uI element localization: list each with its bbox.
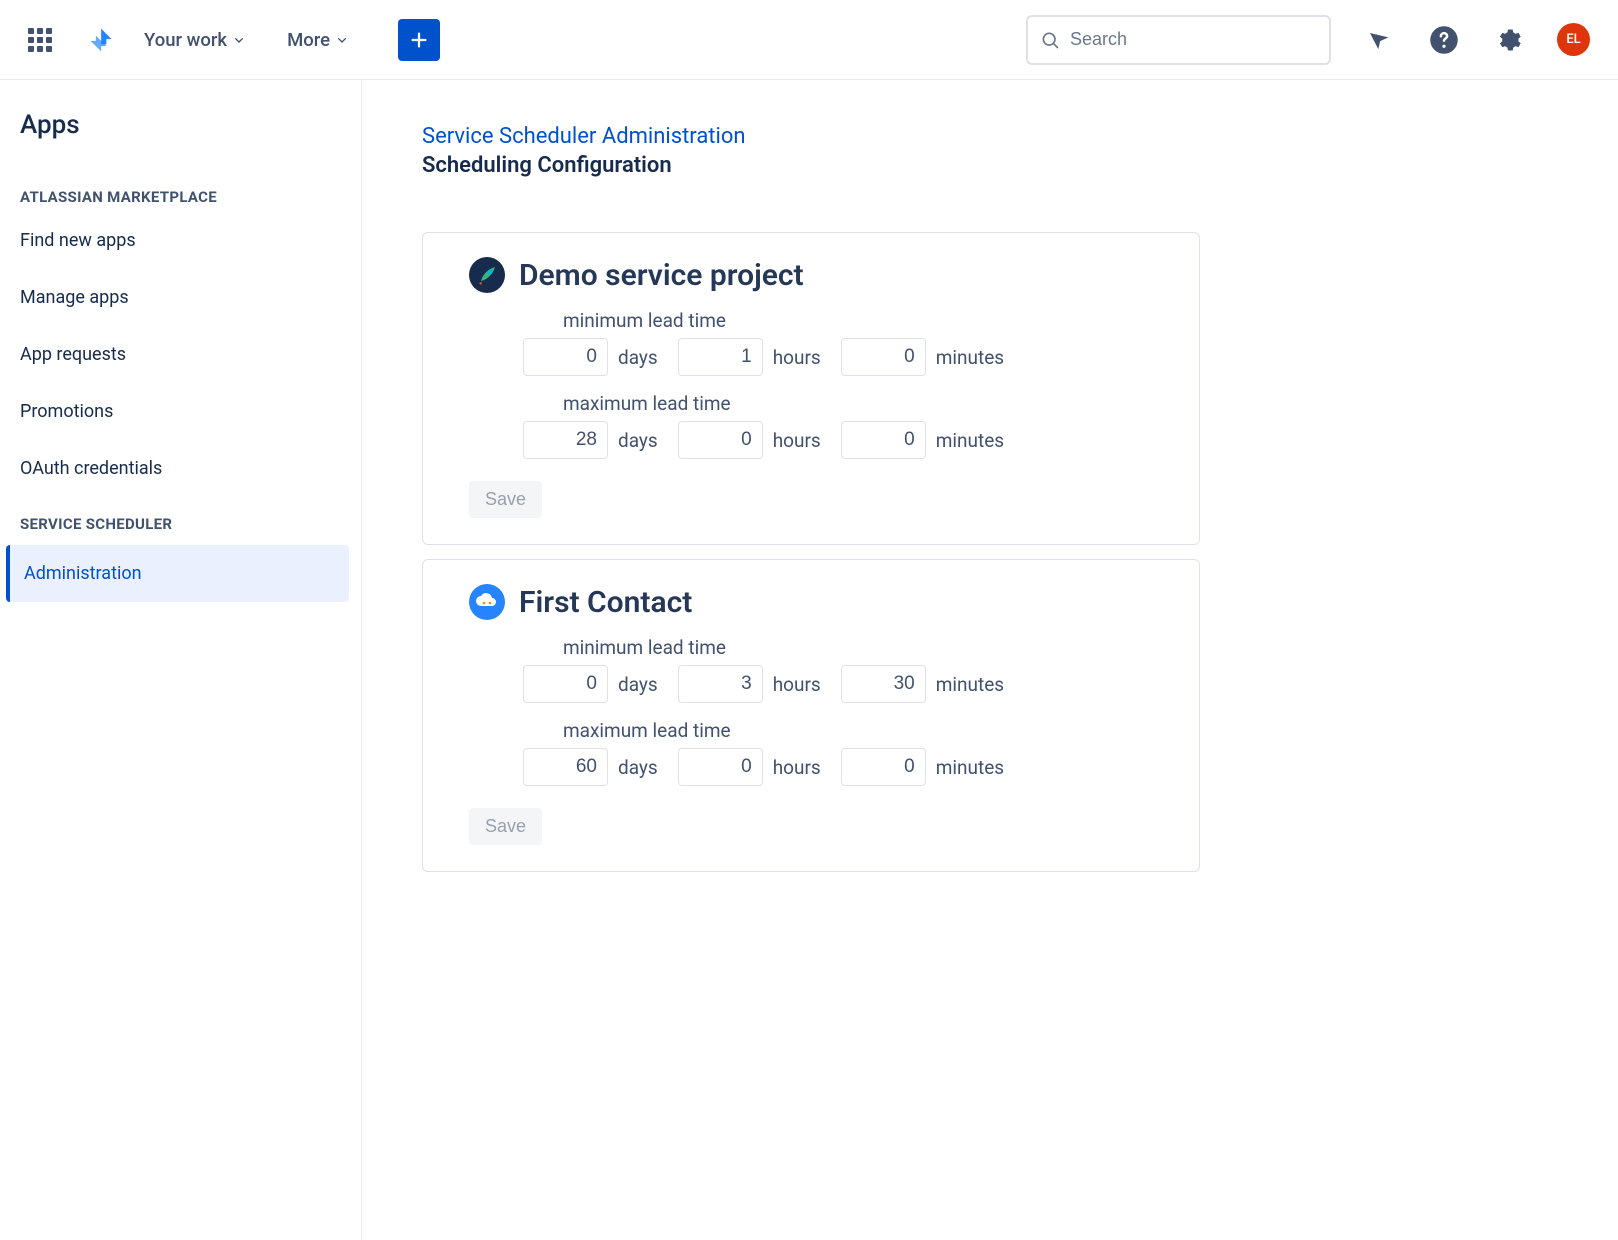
search-icon (1040, 30, 1060, 50)
max-minutes-input[interactable] (841, 748, 926, 786)
search-box[interactable] (1026, 15, 1331, 65)
min-minutes-input[interactable] (841, 665, 926, 703)
notification-icon (1367, 27, 1393, 53)
sidebar-item-oauth-credentials[interactable]: OAuth credentials (0, 440, 361, 497)
save-button[interactable]: Save (469, 808, 542, 845)
help-button[interactable] (1429, 25, 1459, 55)
gear-icon (1494, 26, 1522, 54)
help-icon (1429, 25, 1459, 55)
search-input[interactable] (1070, 29, 1317, 50)
min-minutes-input[interactable] (841, 338, 926, 376)
max-lead-label: maximum lead time (563, 719, 1171, 742)
days-unit: days (618, 429, 658, 452)
sidebar-item-administration[interactable]: Administration (6, 545, 349, 602)
nav-your-work-label: Your work (144, 29, 227, 51)
nav-more-label: More (287, 29, 330, 51)
nav-more[interactable]: More (275, 29, 362, 51)
project-title: First Contact (519, 585, 692, 620)
rocket-icon (469, 257, 505, 293)
settings-button[interactable] (1493, 25, 1523, 55)
save-button[interactable]: Save (469, 481, 542, 518)
hours-unit: hours (773, 673, 821, 696)
breadcrumb-link[interactable]: Service Scheduler Administration (422, 124, 1600, 149)
max-hours-input[interactable] (678, 748, 763, 786)
max-days-input[interactable] (523, 748, 608, 786)
days-unit: days (618, 346, 658, 369)
days-unit: days (618, 756, 658, 779)
sidebar-item-app-requests[interactable]: App requests (0, 326, 361, 383)
nav-your-work[interactable]: Your work (132, 29, 259, 51)
min-days-input[interactable] (523, 665, 608, 703)
max-days-input[interactable] (523, 421, 608, 459)
cloud-icon (469, 584, 505, 620)
sidebar: Apps ATLASSIAN MARKETPLACE Find new apps… (0, 80, 362, 1240)
hours-unit: hours (773, 346, 821, 369)
project-card: Demo service project minimum lead time d… (422, 232, 1200, 545)
avatar[interactable]: EL (1557, 23, 1590, 56)
sidebar-item-manage-apps[interactable]: Manage apps (0, 269, 361, 326)
days-unit: days (618, 673, 658, 696)
max-lead-label: maximum lead time (563, 392, 1171, 415)
max-hours-input[interactable] (678, 421, 763, 459)
chevron-down-icon (231, 32, 247, 48)
sidebar-title: Apps (0, 110, 361, 170)
jira-logo-icon[interactable] (88, 26, 116, 54)
chevron-down-icon (334, 32, 350, 48)
sidebar-item-promotions[interactable]: Promotions (0, 383, 361, 440)
min-lead-label: minimum lead time (563, 309, 1171, 332)
min-hours-input[interactable] (678, 665, 763, 703)
hours-unit: hours (773, 429, 821, 452)
minutes-unit: minutes (936, 673, 1004, 696)
sidebar-item-find-new-apps[interactable]: Find new apps (0, 212, 361, 269)
page-title: Scheduling Configuration (422, 153, 1600, 178)
project-title: Demo service project (519, 258, 804, 293)
notifications-button[interactable] (1365, 25, 1395, 55)
sidebar-section-marketplace: ATLASSIAN MARKETPLACE (0, 170, 361, 212)
top-nav: Your work More EL (0, 0, 1618, 80)
max-minutes-input[interactable] (841, 421, 926, 459)
hours-unit: hours (773, 756, 821, 779)
minutes-unit: minutes (936, 429, 1004, 452)
minutes-unit: minutes (936, 346, 1004, 369)
min-lead-label: minimum lead time (563, 636, 1171, 659)
minutes-unit: minutes (936, 756, 1004, 779)
main-content: Service Scheduler Administration Schedul… (362, 80, 1618, 1240)
create-button[interactable] (398, 19, 440, 61)
project-card: First Contact minimum lead time days hou… (422, 559, 1200, 872)
plus-icon (408, 29, 430, 51)
min-days-input[interactable] (523, 338, 608, 376)
app-switcher-icon[interactable] (28, 28, 52, 52)
min-hours-input[interactable] (678, 338, 763, 376)
sidebar-section-service-scheduler: SERVICE SCHEDULER (0, 497, 361, 539)
